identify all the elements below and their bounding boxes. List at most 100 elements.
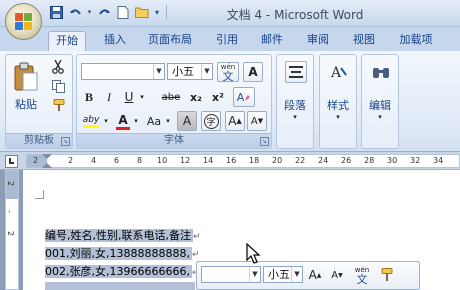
highlight-dropdown-icon[interactable]: ▾ <box>102 111 110 131</box>
document-line[interactable]: 001,刘丽,女,13888888888, ↵ <box>45 246 200 262</box>
font-color-char: A <box>118 112 128 127</box>
cut-button[interactable] <box>49 58 67 76</box>
window-title: 文档 4 - Microsoft Word <box>226 8 364 22</box>
shrink-font-char: A <box>250 115 258 127</box>
strikethrough-button[interactable]: abe <box>159 88 183 106</box>
tab-insert[interactable]: 插入 <box>98 31 132 51</box>
selected-text: 001,刘丽,女,13888888888, <box>45 247 192 260</box>
office-button[interactable] <box>5 3 42 40</box>
ruler-tick: 20 <box>272 156 283 165</box>
mini-font-name-combo[interactable]: ▼ <box>201 266 261 283</box>
horizontal-ruler[interactable]: 2 2 4 6 8 10 12 14 16 18 20 22 24 26 28 … <box>26 154 460 168</box>
clear-formatting-button[interactable]: A <box>233 87 255 107</box>
change-case-dropdown-icon[interactable]: ▾ <box>164 111 172 131</box>
font-size-value: 小五 <box>172 65 194 78</box>
highlight-color-bar <box>83 124 99 128</box>
selected-text: 002,张彦,女,13966666666, <box>45 265 192 278</box>
mini-format-painter-button[interactable] <box>377 265 397 285</box>
selection-overflow <box>45 282 195 290</box>
format-painter-button[interactable] <box>49 96 67 114</box>
font-color-dropdown-icon[interactable]: ▾ <box>132 111 140 131</box>
superscript-button[interactable]: x² <box>208 88 228 106</box>
paragraph-button[interactable]: 段落 <box>277 97 313 113</box>
phonetic-guide-button[interactable]: wén 文 <box>217 62 239 82</box>
tab-add-ins[interactable]: 加载项 <box>393 31 439 51</box>
font-size-dropdown-icon[interactable]: ▼ <box>201 64 212 79</box>
font-name-dropdown-icon[interactable]: ▼ <box>153 64 164 79</box>
ruler-tick: 30 <box>387 156 398 165</box>
shrink-arrow-icon: ▼ <box>257 117 264 125</box>
paragraph-icon-button[interactable] <box>285 61 307 83</box>
character-shading-button[interactable]: A <box>177 111 197 131</box>
editing-dropdown-icon[interactable]: ▾ <box>375 113 385 121</box>
styles-dropdown-icon[interactable]: ▾ <box>333 113 343 121</box>
tab-references[interactable]: 引用 <box>210 31 244 51</box>
editing-button[interactable]: 编辑 <box>362 97 398 113</box>
mini-grow-font-button[interactable]: A ▲ <box>305 266 325 284</box>
tab-selector[interactable] <box>5 155 18 168</box>
mini-font-size-combo[interactable]: 小五 ▼ <box>263 266 303 283</box>
character-border-char: A <box>248 65 258 79</box>
mini-phonetic-guide-button[interactable]: wén 文 <box>351 265 373 285</box>
mini-font-size-dropdown-icon[interactable]: ▼ <box>291 267 302 282</box>
clipboard-icon <box>14 62 38 91</box>
ruler-tick: 18 <box>249 156 260 165</box>
mini-phonetic-char: 文 <box>356 273 368 286</box>
mini-grow-arrow-icon: ▲ <box>316 271 322 279</box>
paste-dropdown-icon[interactable] <box>25 93 37 103</box>
tab-mailings[interactable]: 邮件 <box>255 31 289 51</box>
styles-icon-button[interactable]: A <box>328 61 350 83</box>
font-color-button[interactable]: A <box>114 111 132 131</box>
character-border-button[interactable]: A <box>243 62 263 82</box>
text-highlight-button[interactable]: aby <box>80 111 102 131</box>
copy-button[interactable] <box>49 77 67 95</box>
ruler-tick: 8 <box>137 156 143 165</box>
shrink-font-button[interactable]: A ▼ <box>247 111 267 131</box>
mini-shrink-font-button[interactable]: A ▼ <box>327 266 347 284</box>
ruler-tick: 12 <box>180 156 191 165</box>
mini-toolbar: ▼ 小五 ▼ A ▲ A ▼ wén 文 <box>196 261 420 290</box>
ruler-bar: 2 2 4 6 8 10 12 14 16 18 20 22 24 26 28 … <box>0 152 460 170</box>
font-group: ▼ 小五 ▼ wén 文 A B I U ▾ abe x₂ x² A aby ▾… <box>76 54 272 149</box>
editing-icon-button[interactable] <box>370 61 392 83</box>
document-line[interactable]: 002,张彦,女,13966666666,↵ <box>45 264 200 280</box>
tab-home[interactable]: 开始 <box>48 31 86 51</box>
font-launcher-icon[interactable]: ↘ <box>260 137 269 146</box>
change-case-button[interactable]: Aa <box>144 111 164 131</box>
office-logo-icon <box>15 13 33 31</box>
vruler-tick: 2 <box>6 230 16 237</box>
clipboard-launcher-icon[interactable]: ↘ <box>61 137 70 146</box>
svg-text:A: A <box>330 65 342 80</box>
ruler-tick: 34 <box>433 156 444 165</box>
paragraph-mark: ↵ <box>191 250 200 260</box>
document-line[interactable]: 编号,姓名,性别,联系电话,备注 ↵ <box>45 228 201 244</box>
bold-button[interactable]: B <box>80 88 98 106</box>
ribbon: 粘贴 剪贴板 ↘ ▼ 小五 ▼ wén 文 A B I U ▾ abe x₂ x… <box>0 51 460 152</box>
mini-font-name-dropdown-icon[interactable]: ▼ <box>249 267 260 282</box>
underline-dropdown-icon[interactable]: ▾ <box>138 88 146 106</box>
phonetic-char: 文 <box>222 70 234 83</box>
vertical-ruler[interactable]: 2 - 2 <box>5 170 19 290</box>
left-tab-icon <box>9 158 14 164</box>
tab-review[interactable]: 审阅 <box>301 31 335 51</box>
subscript-button[interactable]: x₂ <box>186 88 206 106</box>
styles-icon: A <box>330 65 347 80</box>
title-bar: ▾ ▾ 文档 4 - Microsoft Word <box>0 0 460 27</box>
paste-button[interactable]: 粘贴 <box>9 58 43 116</box>
styles-button[interactable]: 样式 <box>320 97 356 113</box>
ruler-tick: 16 <box>226 156 237 165</box>
italic-button[interactable]: I <box>100 88 118 106</box>
paragraph-group: 段落 ▾ <box>276 54 314 149</box>
mini-shrink-arrow-icon: ▼ <box>338 271 343 279</box>
paragraph-dropdown-icon[interactable]: ▾ <box>290 113 300 121</box>
clipboard-group: 粘贴 剪贴板 ↘ <box>5 54 73 149</box>
grow-font-char: A <box>228 114 237 128</box>
underline-button[interactable]: U <box>120 88 138 106</box>
font-size-combo[interactable]: 小五 ▼ <box>167 63 213 80</box>
enclose-characters-button[interactable]: 字 <box>201 111 221 131</box>
grow-font-button[interactable]: A ▲ <box>225 111 245 131</box>
tab-page-layout[interactable]: 页面布局 <box>143 31 197 51</box>
indent-markers[interactable] <box>42 154 52 168</box>
tab-view[interactable]: 视图 <box>347 31 381 51</box>
font-name-combo[interactable]: ▼ <box>81 63 165 80</box>
